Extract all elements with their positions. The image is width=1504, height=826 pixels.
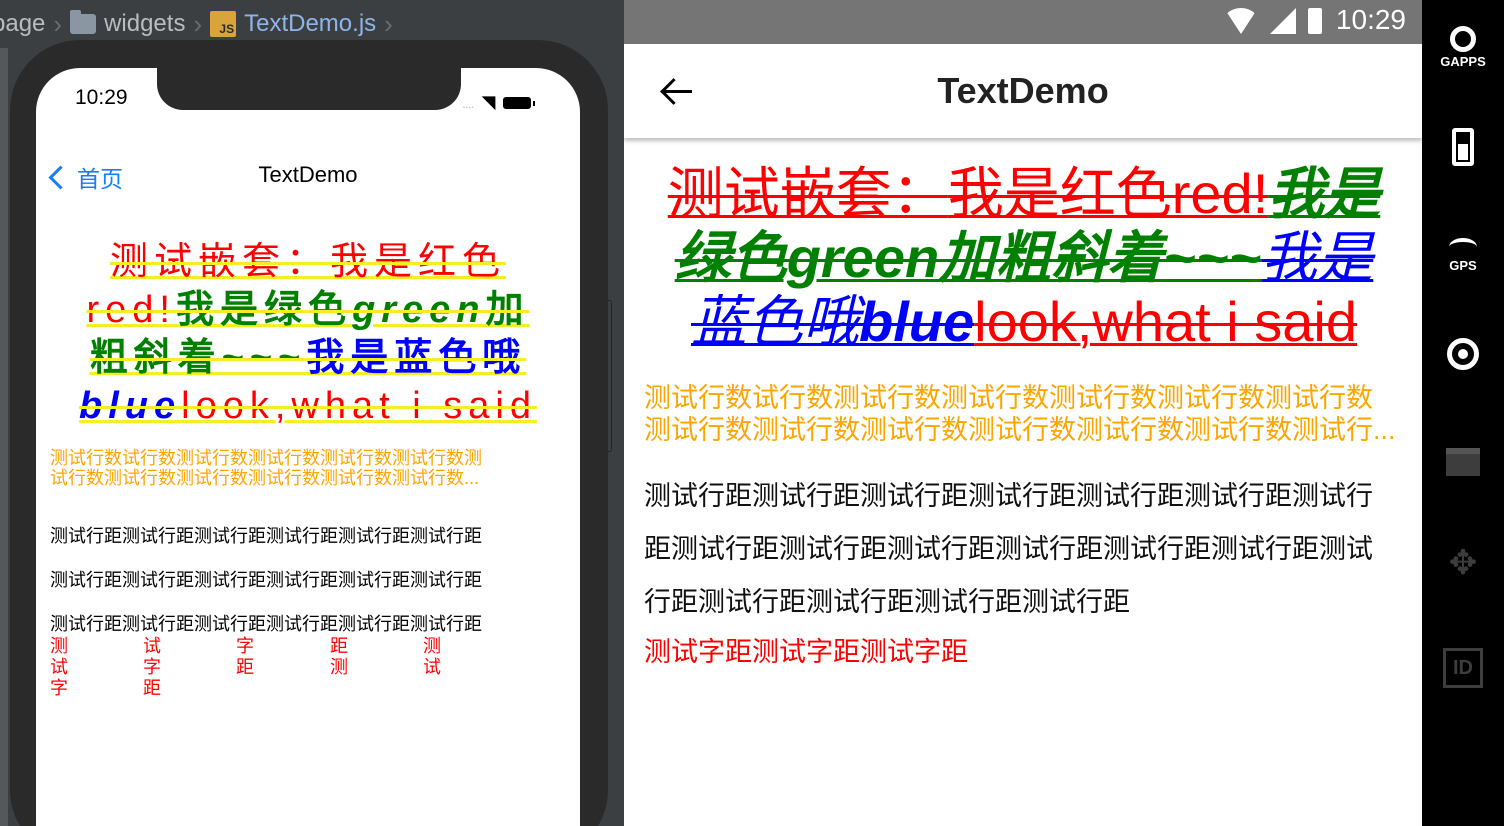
- nested-text-red-suffix: look,what i said: [181, 385, 537, 427]
- breadcrumb-item-file[interactable]: JS TextDemo.js: [210, 10, 376, 38]
- letter-column: 试 字 距: [143, 636, 163, 699]
- letter-char: 试: [50, 657, 68, 677]
- nested-text-prefix: 测试嵌套：: [667, 162, 948, 225]
- nested-text: 测试嵌套：我是红色red!我是绿色green加粗斜着~~~我是蓝色哦bluelo…: [66, 238, 550, 430]
- editor-gutter: [0, 48, 8, 826]
- android-status-icons: [1224, 8, 1322, 34]
- nested-text: 测试嵌套：我是红色red!我是绿色green加粗斜着~~~我是蓝色哦bluelo…: [654, 162, 1394, 354]
- letter-char: 距: [236, 657, 254, 677]
- breadcrumb-separator-icon: ›: [193, 8, 203, 39]
- letter-char: 距: [330, 636, 348, 656]
- ios-nav-bar: 首页 TextDemo: [36, 160, 580, 194]
- ios-status-time: 10:29: [75, 86, 128, 109]
- nested-text-red-suffix: look,what i said: [974, 290, 1357, 353]
- letter-char: 字: [143, 657, 161, 677]
- text-line: 测试行距测试行距测试行距测试行距测试行距测试行距: [50, 570, 482, 590]
- breadcrumb-label: widgets: [104, 10, 186, 37]
- breadcrumb-label: TextDemo.js: [244, 10, 377, 37]
- android-app-bar: TextDemo: [624, 44, 1422, 138]
- battery-icon: [1452, 128, 1474, 166]
- gapps-label: GAPPS: [1440, 54, 1486, 69]
- text-line: 测试行数测试行数测试行数测试行数测试行数测试行数测试行...: [644, 415, 1396, 445]
- letter-char: 试: [423, 657, 441, 677]
- breadcrumb-separator-icon: ›: [53, 8, 63, 39]
- gps-icon: [1449, 238, 1477, 256]
- signal-icon: ....: [462, 94, 475, 111]
- webcam-icon: [1447, 338, 1479, 370]
- breadcrumb-separator-icon: ›: [384, 8, 393, 39]
- android-status-bar: 10:29: [624, 0, 1422, 44]
- letter-char: 字: [50, 678, 68, 698]
- breadcrumb-label: page: [0, 10, 46, 37]
- text-line: 测试行距测试行距测试行距测试行距测试行距测试行距: [50, 526, 482, 546]
- breadcrumb-item-page[interactable]: page: [0, 10, 45, 38]
- nested-text-blue-bold: blue: [859, 290, 975, 353]
- media-button[interactable]: [1422, 448, 1504, 476]
- signal-icon: [1270, 8, 1296, 34]
- text-line: 距测试行距测试行距测试行距测试行距测试行距测试行距测试: [644, 534, 1373, 564]
- line-count-text: 测试行数试行数测试行数测试行数测试行数测试行数测 试行数测试行数测试行数测试行数…: [50, 448, 548, 488]
- line-spacing-text: 测试行距测试行距测试行距测试行距测试行距测试行距测试行 距测试行距测试行距测试行…: [644, 470, 1404, 629]
- battery-icon: [503, 96, 536, 109]
- breadcrumb-item-widgets[interactable]: widgets: [70, 10, 185, 38]
- page-title: TextDemo: [258, 162, 358, 187]
- letter-spacing-text: 测试字距测试字距测试字距: [644, 637, 968, 667]
- wifi-icon: ◥: [481, 92, 496, 112]
- letter-char: 测: [330, 657, 348, 677]
- dpad-icon: ✥: [1448, 544, 1478, 582]
- dpad-button[interactable]: ✥: [1422, 546, 1504, 580]
- wifi-icon: [1224, 8, 1258, 34]
- id-icon: ID: [1443, 648, 1483, 688]
- text-line: 测试行距测试行距测试行距测试行距测试行距测试行距测试行: [644, 481, 1373, 511]
- text-line: 行距测试行距测试行距测试行距测试行距: [644, 587, 1130, 617]
- text-line: 测试行数试行数测试行数测试行数测试行数测试行数测: [50, 448, 482, 468]
- letter-char: 试: [143, 636, 161, 656]
- page-title: TextDemo: [937, 70, 1109, 111]
- camera-button[interactable]: [1422, 338, 1504, 370]
- letter-spacing-text: 测 试 字 试 字 距 字 距 距 测 测 试: [50, 636, 550, 706]
- clapperboard-icon: [1446, 448, 1480, 476]
- nested-text-blue: 我是蓝色哦: [306, 337, 527, 379]
- gps-button[interactable]: GPS: [1422, 238, 1504, 273]
- battery-icon: [1308, 8, 1322, 34]
- line-count-text: 测试行数试行数测试行数测试行数测试行数测试行数测试行数 测试行数测试行数测试行数…: [644, 382, 1400, 446]
- nested-text-red: 我是红色red!: [947, 162, 1269, 225]
- letter-char: 字: [236, 636, 254, 656]
- ios-status-icons: .... ◥: [462, 92, 536, 113]
- js-file-icon: JS: [210, 11, 237, 37]
- nested-text-blue-italic: blue: [79, 385, 182, 427]
- emulator-toolbar: GAPPS GPS ✥ ID: [1422, 0, 1504, 826]
- nested-text-green-italic: green: [352, 289, 486, 331]
- line-spacing-text: 测试行距测试行距测试行距测试行距测试行距测试行距 测试行距测试行距测试行距测试行…: [50, 514, 550, 646]
- nested-text-prefix: 测试嵌套：: [109, 241, 330, 283]
- editor-pane: page › widgets › JS TextDemo.js › 10:29 …: [0, 0, 624, 826]
- nested-text-green: 我是绿色: [175, 289, 352, 331]
- iphone-notch: [157, 66, 461, 110]
- letter-column: 测 试 字: [50, 636, 70, 699]
- android-screen: 10:29 TextDemo 测试嵌套：我是红色red!我是绿色green加粗斜…: [624, 0, 1422, 826]
- gps-label: GPS: [1449, 258, 1477, 273]
- letter-char: 测: [50, 636, 68, 656]
- text-line: 试行数测试行数测试行数测试行数测试行数测试行数...: [50, 468, 480, 488]
- text-line: 测试行数试行数测试行数测试行数测试行数测试行数测试行数: [644, 383, 1373, 413]
- letter-column: 字 距: [236, 636, 256, 678]
- device-id-button[interactable]: ID: [1422, 648, 1504, 688]
- letter-column: 距 测: [330, 636, 350, 678]
- battery-button[interactable]: [1422, 128, 1504, 166]
- letter-char: 测: [423, 636, 441, 656]
- gapps-icon: [1450, 26, 1476, 52]
- gapps-button[interactable]: GAPPS: [1422, 26, 1504, 69]
- letter-column: 测 试: [423, 636, 443, 678]
- letter-char: 距: [143, 678, 161, 698]
- folder-icon: [70, 10, 97, 34]
- android-status-time: 10:29: [1335, 4, 1406, 35]
